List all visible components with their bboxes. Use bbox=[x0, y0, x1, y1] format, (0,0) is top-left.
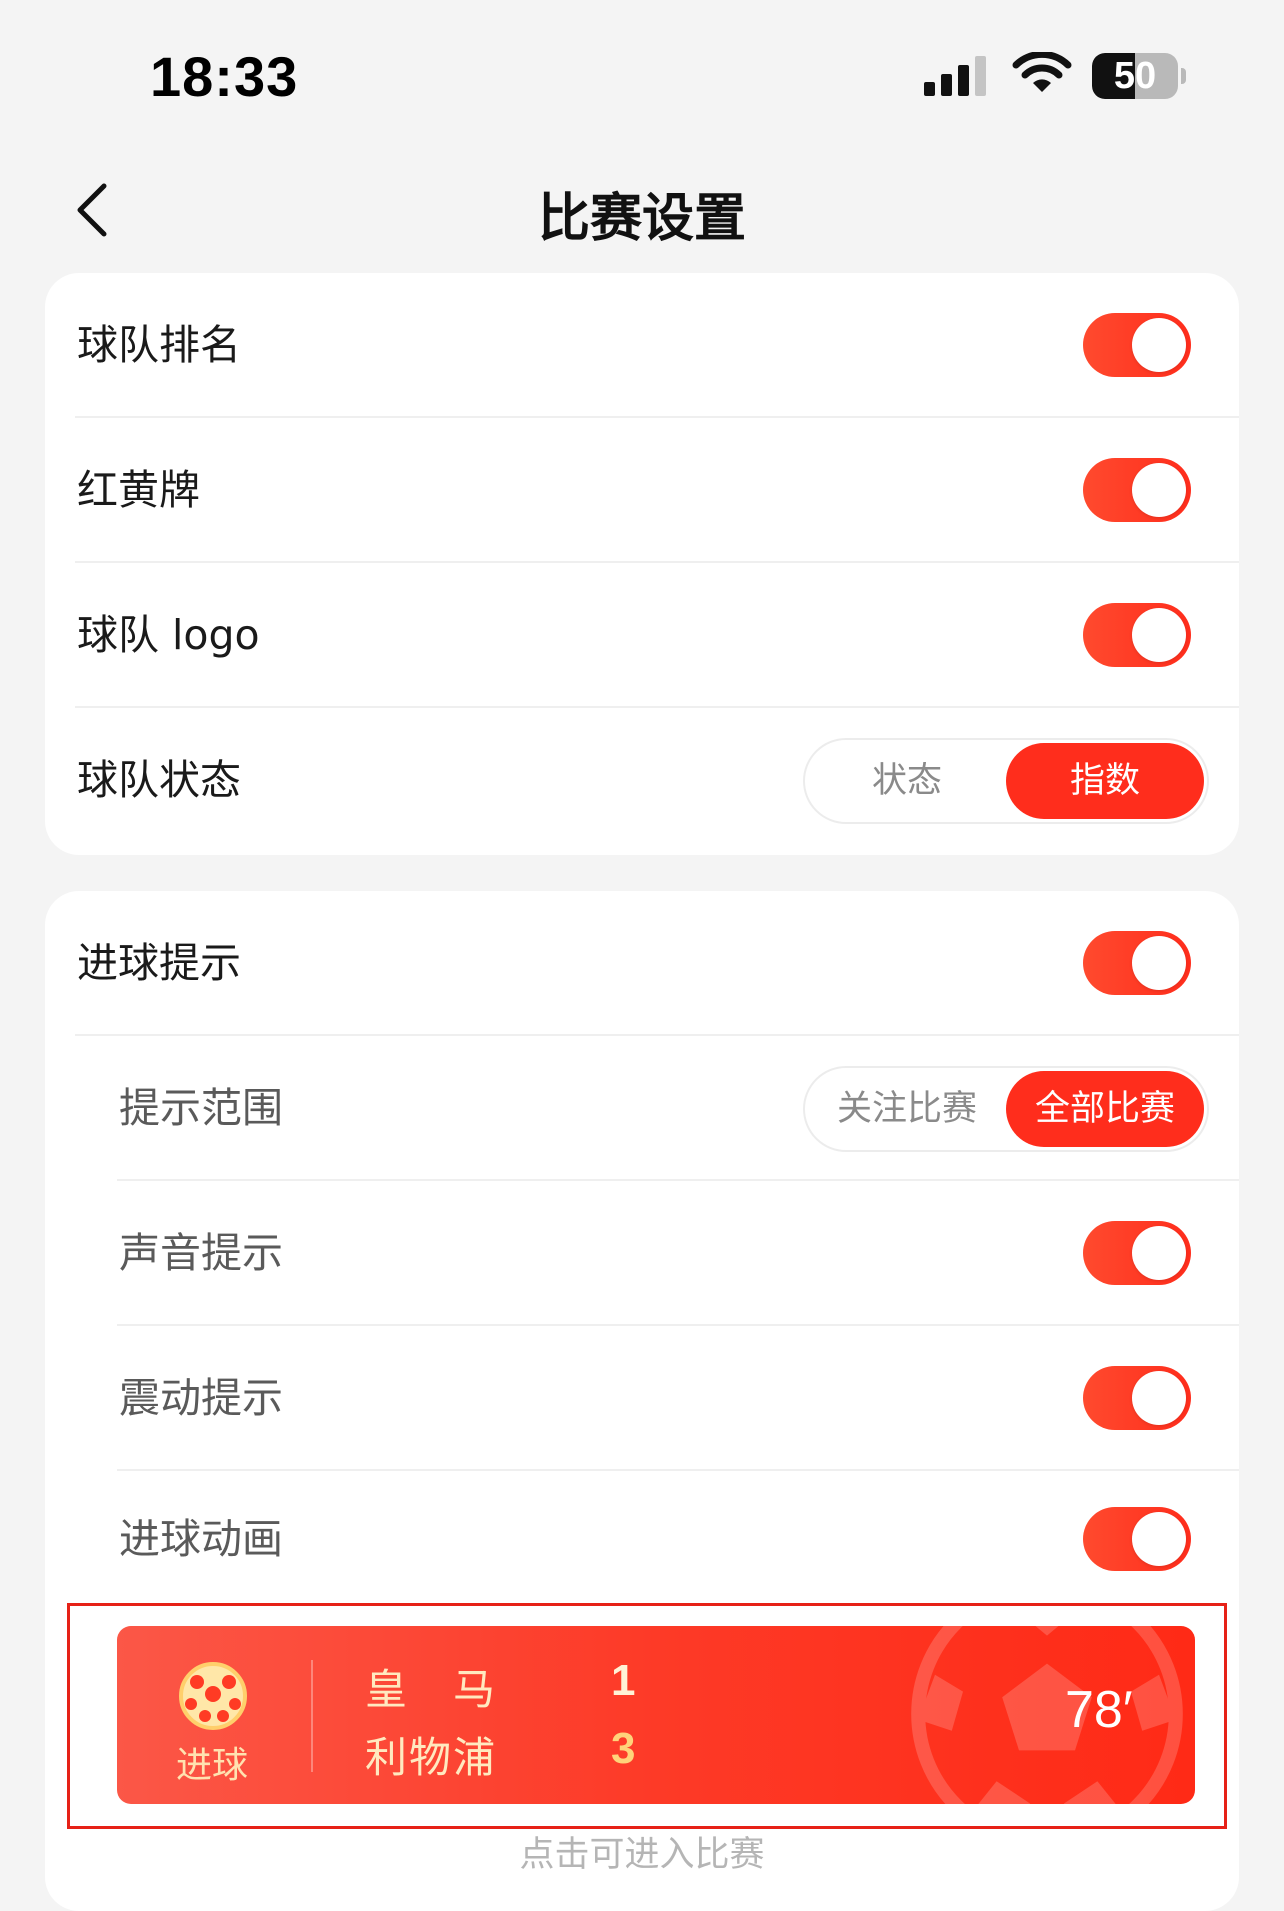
segment-all-matches[interactable]: 全部比赛 bbox=[1006, 1071, 1204, 1147]
goal-animation-toggle[interactable] bbox=[1083, 1507, 1191, 1571]
segment-followed-matches[interactable]: 关注比赛 bbox=[808, 1071, 1006, 1147]
goal-animation-row: 进球动画 bbox=[45, 1467, 1239, 1612]
banner-divider bbox=[311, 1660, 313, 1772]
team-ranking-row: 球队排名 bbox=[45, 273, 1239, 418]
display-settings-card: 球队排名 红黄牌 球队 logo 球队状态 状态 指数 bbox=[45, 273, 1239, 855]
cards-label: 红黄牌 bbox=[77, 466, 200, 514]
team-logo-label: 球队 logo bbox=[77, 611, 260, 659]
sound-alert-row: 声音提示 bbox=[45, 1181, 1239, 1326]
vibration-alert-toggle[interactable] bbox=[1083, 1366, 1191, 1430]
goal-preview-banner[interactable]: 进球 皇 马 1 利物浦 3 78′ bbox=[117, 1626, 1195, 1804]
status-bar: 18:33 50 bbox=[0, 0, 1284, 150]
cards-row: 红黄牌 bbox=[45, 418, 1239, 563]
match-minute: 78′ bbox=[1065, 1681, 1133, 1739]
soccer-ball-icon bbox=[179, 1662, 247, 1730]
vibration-alert-row: 震动提示 bbox=[45, 1326, 1239, 1471]
team-status-row: 球队状态 状态 指数 bbox=[45, 708, 1239, 853]
alert-scope-label: 提示范围 bbox=[119, 1084, 283, 1132]
team-logo-toggle[interactable] bbox=[1083, 603, 1191, 667]
battery-icon: 50 bbox=[1092, 53, 1188, 99]
alert-scope-row: 提示范围 关注比赛 全部比赛 bbox=[45, 1036, 1239, 1181]
cellular-signal-icon bbox=[924, 56, 986, 96]
nav-bar: 比赛设置 bbox=[0, 150, 1284, 270]
sound-alert-toggle[interactable] bbox=[1083, 1221, 1191, 1285]
home-team-score: 1 bbox=[611, 1656, 636, 1705]
goal-animation-label: 进球动画 bbox=[119, 1515, 283, 1563]
segment-index[interactable]: 指数 bbox=[1006, 743, 1204, 819]
tap-to-enter-hint: 点击可进入比赛 bbox=[519, 1835, 765, 1875]
wifi-icon bbox=[1012, 52, 1072, 92]
team-ranking-toggle[interactable] bbox=[1083, 313, 1191, 377]
away-team-score: 3 bbox=[611, 1724, 636, 1773]
goal-alert-row: 进球提示 bbox=[45, 891, 1239, 1036]
away-team-name: 利物浦 bbox=[365, 1733, 498, 1782]
sound-alert-label: 声音提示 bbox=[119, 1229, 283, 1277]
goal-alert-toggle[interactable] bbox=[1083, 931, 1191, 995]
team-status-segmented-control: 状态 指数 bbox=[803, 738, 1209, 824]
soccer-ball-watermark-icon bbox=[911, 1626, 1183, 1804]
team-ranking-label: 球队排名 bbox=[77, 321, 241, 369]
cards-toggle[interactable] bbox=[1083, 458, 1191, 522]
battery-level: 50 bbox=[1113, 55, 1157, 97]
team-logo-row: 球队 logo bbox=[45, 563, 1239, 708]
page-title: 比赛设置 bbox=[537, 189, 746, 249]
vibration-alert-label: 震动提示 bbox=[119, 1374, 283, 1422]
team-status-label: 球队状态 bbox=[77, 756, 241, 804]
home-team-name: 皇 马 bbox=[365, 1665, 498, 1714]
goal-badge-label: 进球 bbox=[175, 1745, 248, 1786]
goal-alert-label: 进球提示 bbox=[77, 939, 241, 987]
status-time: 18:33 bbox=[150, 45, 299, 108]
alert-scope-segmented-control: 关注比赛 全部比赛 bbox=[803, 1066, 1209, 1152]
segment-status[interactable]: 状态 bbox=[808, 743, 1006, 819]
